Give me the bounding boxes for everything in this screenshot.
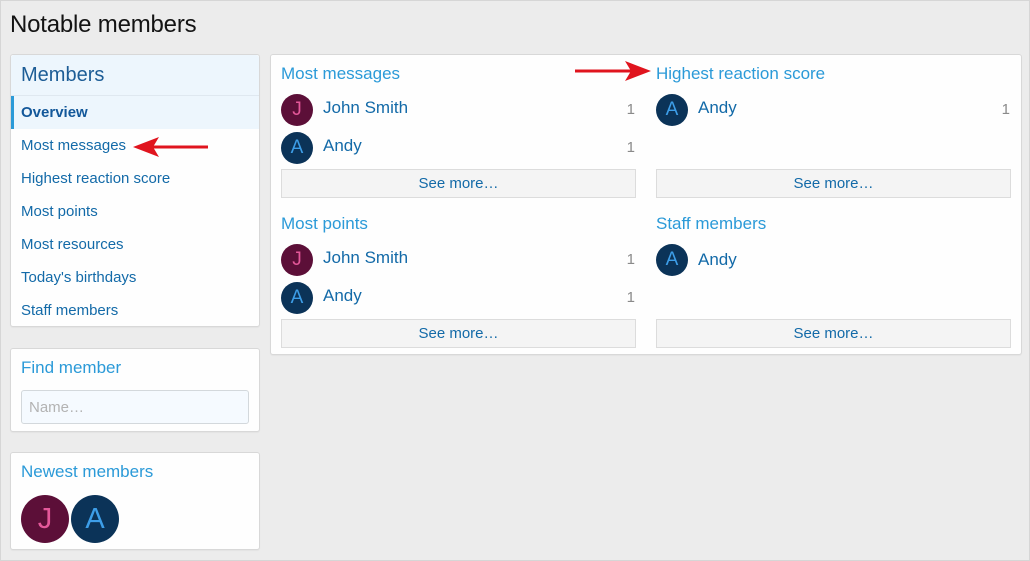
avatar-andy[interactable]: A <box>656 94 688 126</box>
avatar-john-smith[interactable]: J <box>281 244 313 276</box>
section-title-most-points[interactable]: Most points <box>281 214 636 236</box>
section-title-highest-reaction-score[interactable]: Highest reaction score <box>656 64 1011 86</box>
avatar-andy[interactable]: A <box>71 495 119 543</box>
see-more-button-staff-members[interactable]: See more… <box>656 319 1011 348</box>
section-highest-reaction-score: Highest reaction score A Andy 1 See more… <box>656 64 1011 198</box>
member-row: A Andy 1 <box>281 129 636 167</box>
members-nav-list: Overview Most messages Highest reaction … <box>11 96 259 327</box>
annotation-arrow-left-icon <box>133 137 208 157</box>
section-most-points: Most points J John Smith 1 A Andy 1 See … <box>281 214 636 348</box>
member-value: 1 <box>1001 101 1010 118</box>
see-more-button-most-points[interactable]: See more… <box>281 319 636 348</box>
newest-members-title: Newest members <box>21 462 154 481</box>
member-value: 1 <box>626 101 635 118</box>
nav-item-staff-members[interactable]: Staff members <box>11 294 259 327</box>
section-title-staff-members[interactable]: Staff members <box>656 214 1011 236</box>
member-row: A Andy <box>656 241 1011 279</box>
member-name-link[interactable]: John Smith <box>323 98 408 118</box>
member-value: 1 <box>626 139 635 156</box>
section-most-messages: Most messages J John Smith 1 A Andy 1 Se… <box>281 64 636 198</box>
member-name-link[interactable]: Andy <box>323 136 362 156</box>
members-nav-title: Members <box>11 55 259 96</box>
section-staff-members: Staff members A Andy See more… <box>656 214 1011 348</box>
nav-item-most-points[interactable]: Most points <box>11 195 259 228</box>
nav-item-overview[interactable]: Overview <box>11 96 259 129</box>
newest-members-avatars: J A <box>11 482 259 543</box>
member-name-input[interactable] <box>21 390 249 424</box>
member-row: A Andy 1 <box>656 91 1011 129</box>
find-member-title: Find member <box>21 358 122 377</box>
nav-item-todays-birthdays[interactable]: Today's birthdays <box>11 261 259 294</box>
avatar-andy[interactable]: A <box>281 132 313 164</box>
page-title: Notable members <box>10 11 197 38</box>
member-row: J John Smith 1 <box>281 91 636 129</box>
avatar-andy[interactable]: A <box>281 282 313 314</box>
see-more-button-most-messages[interactable]: See more… <box>281 169 636 198</box>
member-value: 1 <box>626 251 635 268</box>
member-row: A Andy 1 <box>281 279 636 317</box>
member-name-link[interactable]: Andy <box>698 250 737 270</box>
members-nav-block: Members Overview Most messages Highest r… <box>10 54 260 327</box>
member-name-link[interactable]: Andy <box>323 286 362 306</box>
avatar-andy[interactable]: A <box>656 244 688 276</box>
newest-members-block: Newest members J A <box>10 452 260 550</box>
avatar-john-smith[interactable]: J <box>281 94 313 126</box>
member-name-link[interactable]: Andy <box>698 98 737 118</box>
member-name-link[interactable]: John Smith <box>323 248 408 268</box>
member-row: J John Smith 1 <box>281 241 636 279</box>
notable-members-main: Most messages J John Smith 1 A Andy 1 Se… <box>270 54 1022 355</box>
find-member-block: Find member <box>10 348 260 432</box>
see-more-button-highest-reaction-score[interactable]: See more… <box>656 169 1011 198</box>
nav-item-highest-reaction-score[interactable]: Highest reaction score <box>11 162 259 195</box>
avatar-john-smith[interactable]: J <box>21 495 69 543</box>
nav-item-most-resources[interactable]: Most resources <box>11 228 259 261</box>
annotation-arrow-right-icon <box>575 61 651 81</box>
member-value: 1 <box>626 289 635 306</box>
